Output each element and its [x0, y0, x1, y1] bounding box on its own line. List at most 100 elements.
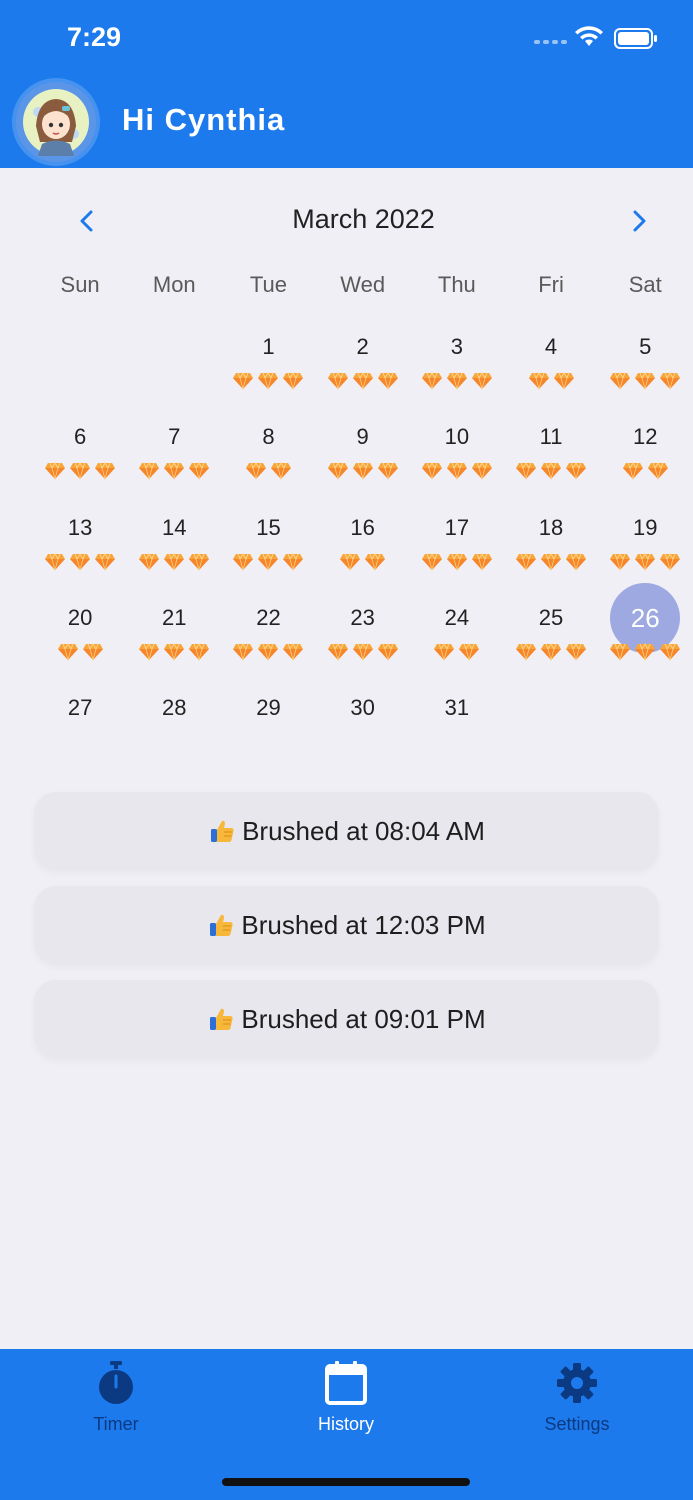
day-cell-21[interactable]: 21: [127, 601, 221, 691]
gem-marks: [127, 462, 221, 485]
gem-icon: [540, 552, 562, 576]
gem-icon: [609, 372, 631, 395]
day-cell-29[interactable]: 29: [221, 691, 315, 781]
weekday-label: Sun: [60, 272, 100, 297]
cellular-signal-icon: [534, 40, 567, 44]
day-cell-25[interactable]: 25: [504, 601, 598, 691]
day-cell-5[interactable]: 5: [598, 330, 692, 420]
day-number: 27: [67, 695, 93, 721]
day-cell-8[interactable]: 8: [221, 420, 315, 510]
gem-icon: [622, 462, 644, 485]
day-number: 7: [168, 424, 181, 450]
gem-icon: [232, 642, 254, 666]
thumbs-up-icon: [208, 817, 236, 845]
gem-icon: [270, 462, 292, 485]
tab-history[interactable]: History: [276, 1359, 416, 1435]
day-number: 13: [67, 514, 93, 540]
tab-label: History: [317, 1414, 374, 1434]
gem-marks: [504, 552, 598, 576]
gem-icon: [634, 642, 656, 666]
day-number: 30: [350, 695, 375, 721]
user-avatar[interactable]: [16, 82, 96, 162]
gem-icon: [57, 642, 79, 666]
month-title: March 2022: [292, 204, 435, 234]
day-cell-20[interactable]: 20: [33, 601, 127, 691]
gem-marks: [316, 372, 410, 395]
brushing-record-row[interactable]: Brushed at 09:01 PM: [34, 980, 659, 1058]
day-cell-9[interactable]: 9: [316, 420, 410, 510]
next-month-button[interactable]: [624, 206, 654, 236]
day-cell-18[interactable]: 18: [504, 511, 598, 601]
gem-marks: [221, 642, 315, 666]
day-cell-16[interactable]: 16: [316, 511, 410, 601]
tab-label: Settings: [544, 1414, 610, 1434]
battery-icon: [614, 28, 657, 49]
day-cell-17[interactable]: 17: [410, 511, 504, 601]
status-time: 7:29: [67, 22, 122, 52]
brushing-record-text: Brushed at 09:01 PM: [241, 1003, 486, 1034]
thumbs-up-icon: [207, 911, 235, 939]
day-cell-27[interactable]: 27: [33, 691, 127, 781]
day-cell-4[interactable]: 4: [504, 330, 598, 420]
brushing-record-row[interactable]: Brushed at 12:03 PM: [34, 886, 659, 964]
brushing-record-text: Brushed at 12:03 PM: [241, 909, 486, 940]
brushing-record-row[interactable]: Brushed at 08:04 AM: [34, 792, 659, 870]
day-number: 15: [256, 514, 281, 540]
gem-marks: [127, 552, 221, 576]
gem-marks: [410, 372, 504, 395]
day-cell-1[interactable]: 1: [221, 330, 315, 420]
day-cell-14[interactable]: 14: [127, 511, 221, 601]
gem-icon: [188, 462, 210, 485]
day-number: 22: [256, 604, 281, 630]
gem-icon: [82, 642, 104, 666]
day-number: 12: [632, 424, 658, 450]
gem-icon: [553, 372, 575, 395]
day-cell-26[interactable]: 26: [598, 582, 692, 691]
gem-icon: [565, 462, 587, 485]
day-cell-11[interactable]: 11: [504, 420, 598, 510]
gem-icon: [138, 462, 160, 485]
weekday-label: Sat: [628, 272, 662, 297]
day-cell-13[interactable]: 13: [33, 511, 127, 601]
gem-icon: [515, 552, 537, 576]
gem-icon: [421, 462, 443, 485]
greeting-title: Hi Cynthia: [122, 102, 286, 137]
gem-icon: [188, 552, 210, 576]
day-cell-2[interactable]: 2: [316, 330, 410, 420]
day-cell-31[interactable]: 31: [410, 691, 504, 781]
gem-icon: [421, 372, 443, 395]
day-cell-3[interactable]: 3: [410, 330, 504, 420]
day-cell-30[interactable]: 30: [316, 691, 410, 781]
day-number: 1: [262, 334, 275, 359]
gem-marks: [33, 642, 127, 666]
gem-icon: [659, 552, 681, 576]
tab-timer[interactable]: Timer: [46, 1359, 186, 1435]
day-cell-24[interactable]: 24: [410, 601, 504, 691]
weekday-label: Wed: [340, 272, 386, 297]
gem-icon: [327, 372, 349, 395]
gem-icon: [339, 552, 361, 576]
day-cell-10[interactable]: 10: [410, 420, 504, 510]
gem-marks: [127, 642, 221, 666]
stopwatch-icon: [94, 1361, 138, 1411]
gem-icon: [69, 462, 91, 485]
day-cell-15[interactable]: 15: [221, 511, 315, 601]
day-number: 31: [444, 695, 470, 721]
day-number: 18: [538, 514, 564, 540]
day-cell-22[interactable]: 22: [221, 601, 315, 691]
day-number: 21: [162, 604, 187, 630]
brushing-record-text: Brushed at 08:04 AM: [242, 815, 485, 846]
day-cell-6[interactable]: 6: [33, 420, 127, 510]
day-cell-28[interactable]: 28: [127, 691, 221, 781]
day-number: 6: [73, 424, 87, 450]
gem-icon: [364, 552, 386, 576]
tab-settings[interactable]: Settings: [507, 1359, 647, 1435]
day-number: 8: [262, 424, 275, 450]
gem-icon: [446, 552, 468, 576]
gem-icon: [647, 462, 669, 485]
day-cell-12[interactable]: 12: [598, 420, 692, 510]
day-cell-23[interactable]: 23: [316, 601, 410, 691]
day-number: 20: [67, 604, 93, 630]
home-indicator: [222, 1478, 470, 1486]
day-cell-7[interactable]: 7: [127, 420, 221, 510]
